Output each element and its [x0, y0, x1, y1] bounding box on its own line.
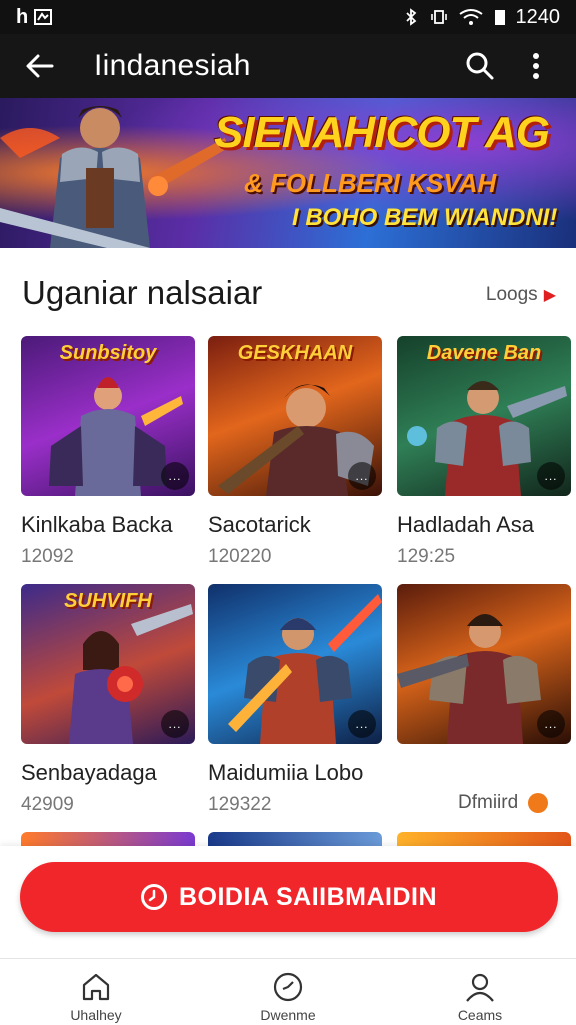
vibrate-icon: [430, 8, 448, 26]
game-thumbnail-title: Davene Ban: [426, 342, 542, 364]
more-vert-icon: [533, 53, 539, 79]
game-thumbnail[interactable]: Davene Ban ...: [397, 336, 571, 496]
cta-container: BOIDIA SAIIBMAIDIN: [0, 846, 576, 958]
hero-warrior-illustration: [0, 106, 228, 248]
home-icon: [82, 973, 110, 1001]
more-options-icon[interactable]: ...: [348, 710, 376, 738]
game-name: Senbayadaga: [21, 760, 157, 785]
game-card[interactable]: Sunbsitoy ... Kinlkaba Backa 12092: [21, 336, 195, 568]
game-count: 129:25: [397, 546, 456, 567]
game-thumbnail[interactable]: ...: [397, 584, 571, 744]
see-more-label: Loogs: [485, 284, 538, 305]
info-badge-icon: [528, 793, 549, 813]
notification-icon: [34, 8, 53, 26]
more-options-icon[interactable]: ...: [537, 710, 565, 738]
game-thumbnail-peek: [397, 832, 571, 846]
more-options-icon[interactable]: ...: [161, 710, 189, 738]
game-name: Kinlkaba Backa: [21, 512, 173, 537]
game-count: 42909: [21, 794, 74, 815]
more-options-icon[interactable]: ...: [161, 462, 189, 490]
arrow-left-icon: [26, 54, 54, 78]
game-thumbnail-peek: [21, 832, 195, 846]
clock-time: 1240: [515, 5, 561, 28]
game-name: Hadladah Asa: [397, 512, 534, 537]
game-thumbnail[interactable]: GESKHAAN ...: [208, 336, 382, 496]
banner-headline: SIENAHICOT AG: [214, 108, 550, 157]
search-icon: [466, 52, 494, 80]
game-card[interactable]: ...: [397, 584, 571, 744]
game-card[interactable]: GESKHAAN ... Sacotarick 120220: [208, 336, 382, 568]
more-options-icon[interactable]: ...: [537, 462, 565, 490]
see-more-link[interactable]: Loogs ▶: [486, 284, 556, 306]
game-count: 120220: [208, 546, 272, 567]
status-bar: h 1240: [0, 0, 576, 34]
overflow-menu-button[interactable]: [508, 38, 564, 94]
nav-item-home[interactable]: Uhalhey: [0, 959, 192, 1025]
nav-item-discover[interactable]: Dwenme: [192, 959, 384, 1025]
primary-cta-button[interactable]: BOIDIA SAIIBMAIDIN: [20, 862, 558, 932]
game-thumbnail-peek: [208, 832, 382, 846]
cta-label: BOIDIA SAIIBMAIDIN: [178, 882, 438, 911]
game-count: 12092: [21, 546, 74, 567]
page-title: Iindanesiah: [94, 49, 251, 82]
clock-icon: [140, 884, 167, 910]
sponsored-text: Dfmiird: [458, 792, 519, 813]
compass-icon: [273, 972, 303, 1002]
game-card[interactable]: ... Maidumiia Lobo 129322: [208, 584, 382, 816]
bluetooth-icon: [402, 8, 420, 26]
banner-subline: & FOLLBERI KSVAH: [244, 168, 497, 198]
game-name: Maidumiia Lobo: [208, 760, 364, 785]
game-thumbnail-title: SUHVIFH: [64, 590, 152, 612]
carrier-label: h: [16, 5, 29, 28]
app-bar: Iindanesiah: [0, 34, 576, 98]
game-card[interactable]: Davene Ban ... Hadladah Asa 129:25: [397, 336, 571, 568]
wifi-icon: [458, 8, 484, 26]
chevron-right-icon: ▶: [543, 287, 556, 304]
promo-banner[interactable]: SIENAHICOT AG & FOLLBERI KSVAH I BOHO BE…: [0, 98, 576, 248]
banner-tagline: I BOHO BEM WIANDNI!: [292, 204, 558, 231]
game-thumbnail[interactable]: ...: [208, 584, 382, 744]
sponsored-label: Dfmiird: [458, 792, 549, 814]
game-card[interactable]: SUHVIFH ... Senbayadaga 42909: [21, 584, 195, 816]
person-icon: [466, 973, 494, 1002]
bottom-navigation: Uhalhey Dwenme Ceams: [0, 958, 576, 1025]
search-button[interactable]: [452, 38, 508, 94]
game-thumbnail-title: GESKHAAN: [237, 342, 353, 364]
section-title: Uganiar nalsaiar: [22, 274, 263, 311]
nav-label: Dwenme: [260, 1007, 316, 1023]
nav-item-profile[interactable]: Ceams: [384, 959, 576, 1025]
game-thumbnail[interactable]: Sunbsitoy ...: [21, 336, 195, 496]
game-thumbnail-title: Sunbsitoy: [59, 342, 157, 364]
back-button[interactable]: [12, 38, 68, 94]
game-name: Sacotarick: [208, 512, 311, 537]
game-thumbnail[interactable]: SUHVIFH ...: [21, 584, 195, 744]
nav-label: Uhalhey: [70, 1007, 122, 1023]
game-count: 129322: [208, 794, 272, 815]
nav-label: Ceams: [457, 1007, 503, 1023]
battery-icon: [494, 8, 506, 26]
more-options-icon[interactable]: ...: [348, 462, 376, 490]
